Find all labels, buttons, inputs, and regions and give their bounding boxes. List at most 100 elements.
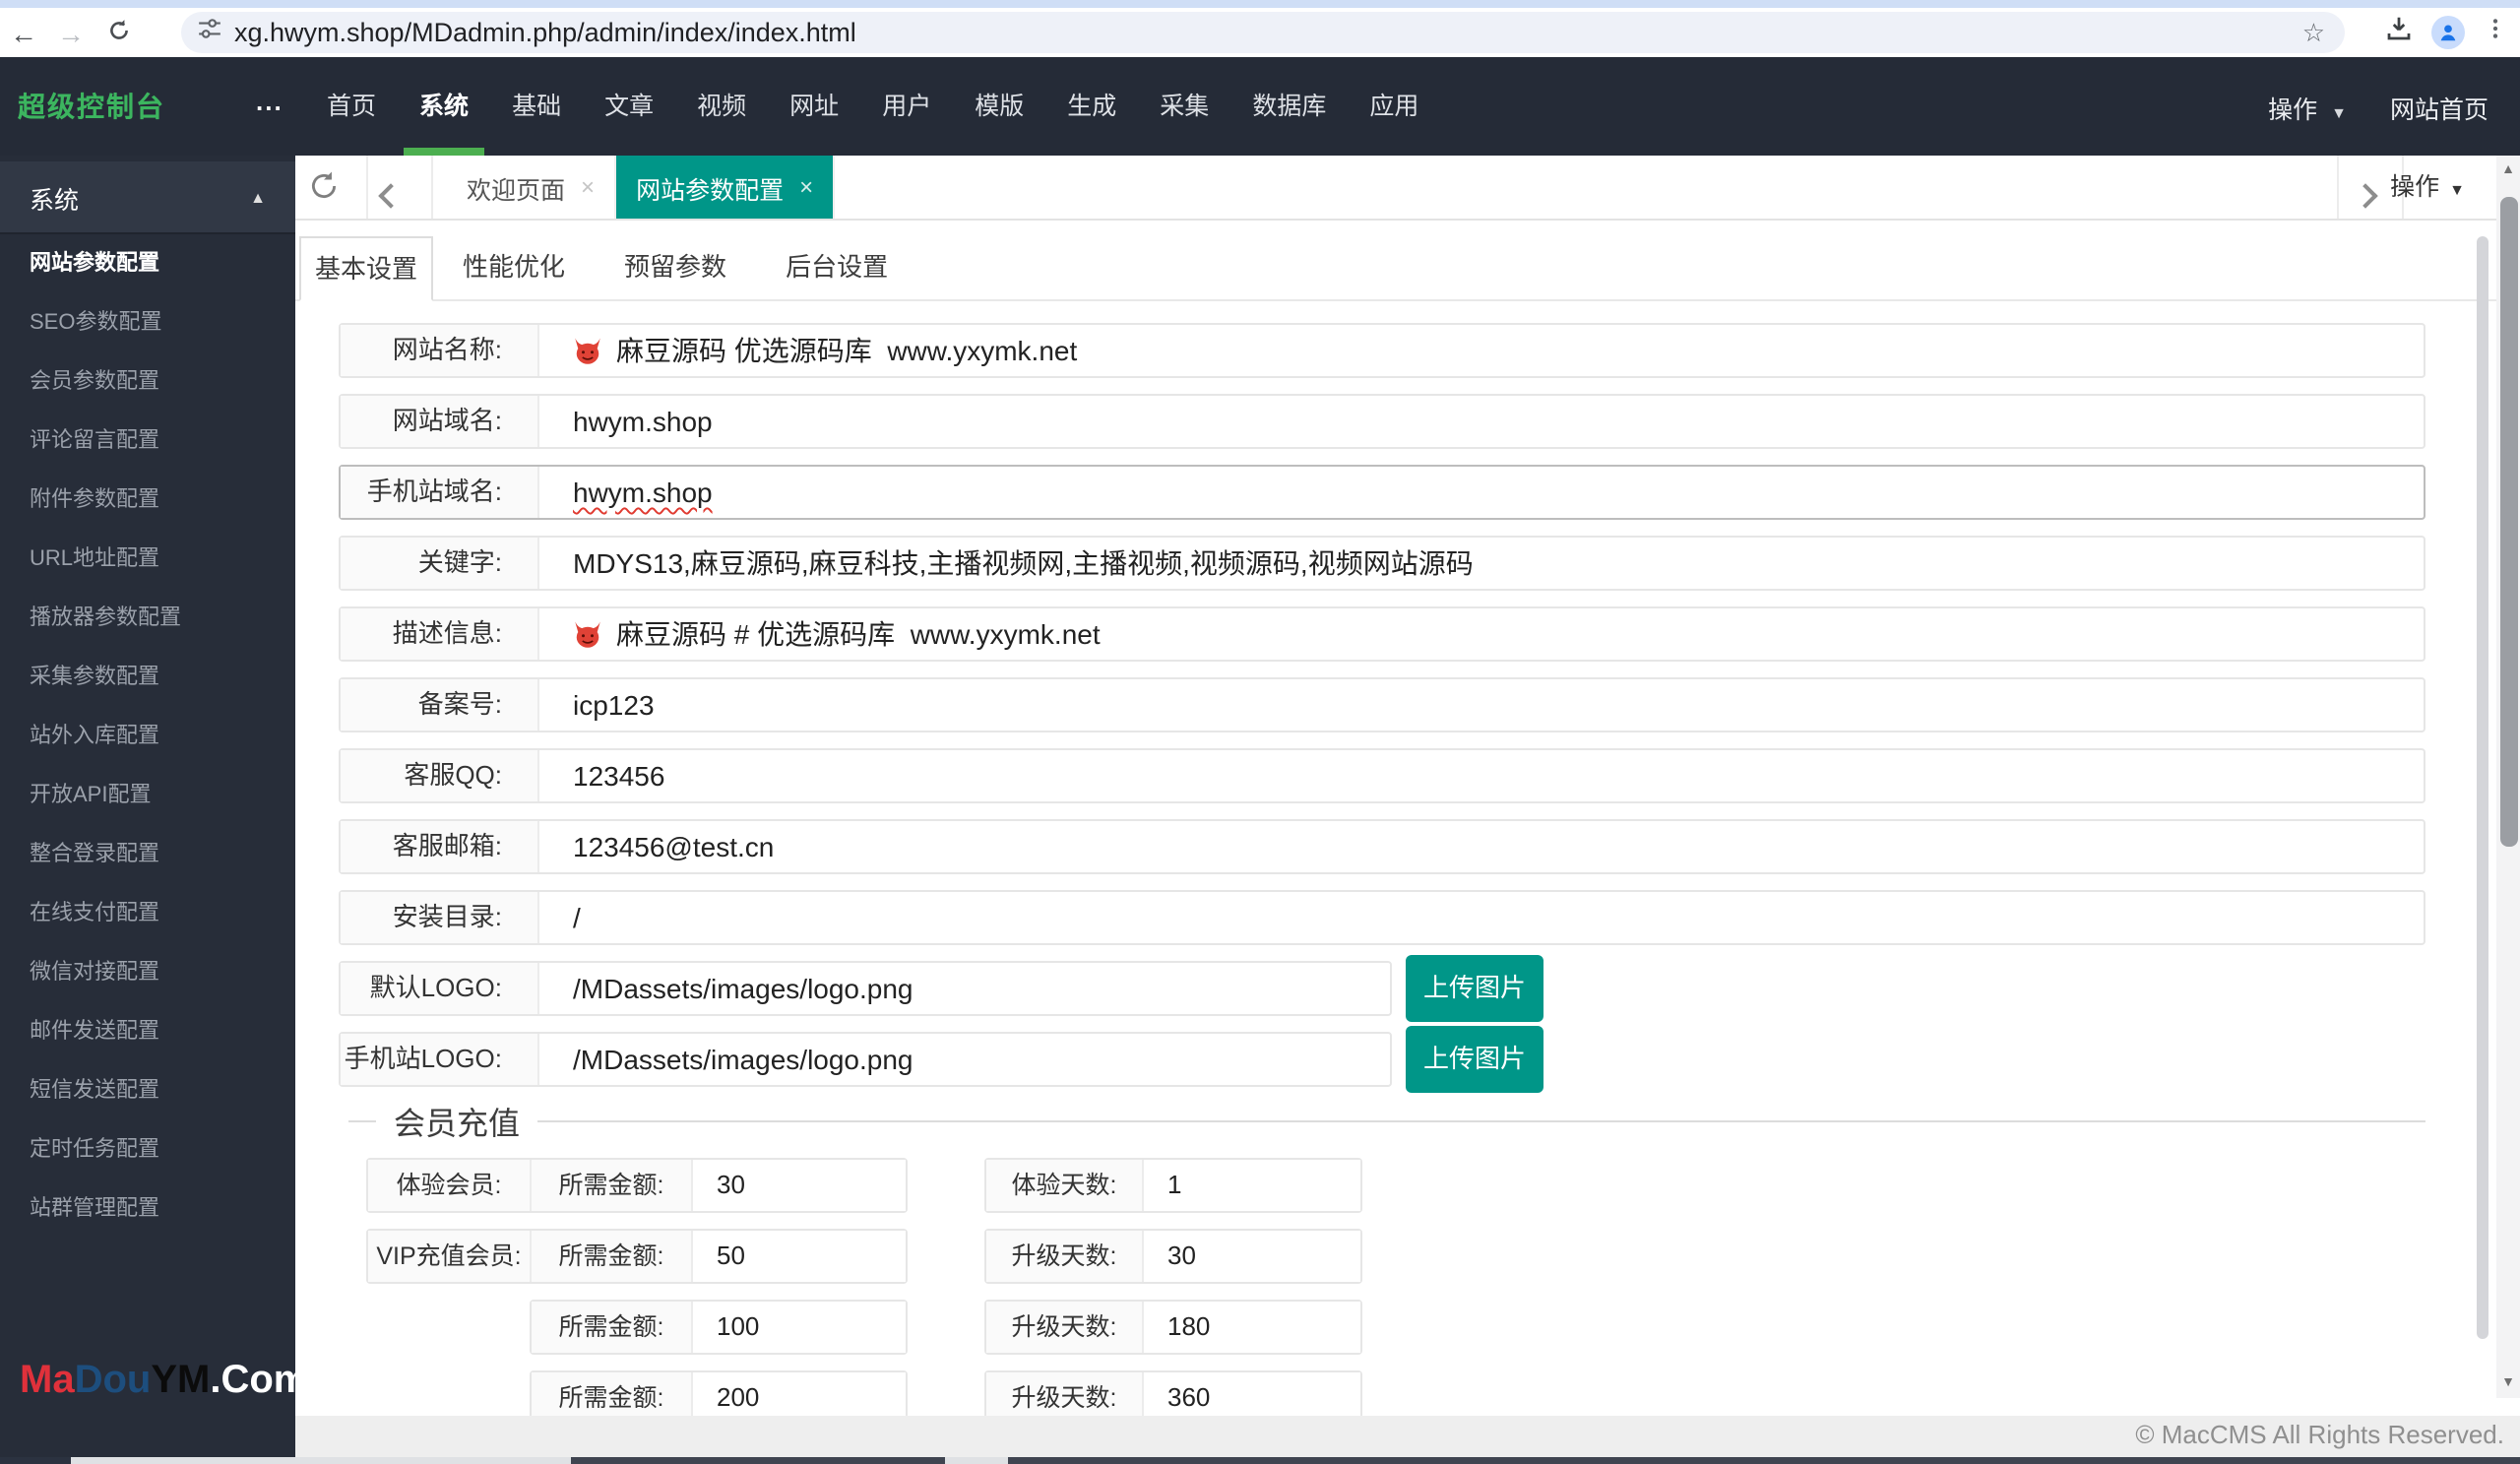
field-input[interactable]: hwym.shop [539, 467, 2424, 518]
nav-item[interactable]: 视频 [675, 57, 768, 156]
site-settings-icon[interactable] [197, 15, 222, 50]
days-input[interactable]: 180 [1144, 1302, 1360, 1353]
nav-item[interactable]: 网址 [768, 57, 860, 156]
days-input[interactable]: 30 [1144, 1231, 1360, 1282]
sidebar-section-label: 系统 [30, 186, 80, 214]
vertical-scrollbar[interactable]: ▲ ▼ [2496, 156, 2520, 1398]
form-row-box: 备案号: icp123 [339, 677, 2426, 732]
nav-item[interactable]: 系统 [398, 57, 490, 156]
nav-item[interactable]: 采集 [1138, 57, 1230, 156]
profile-avatar[interactable] [2431, 16, 2465, 49]
scroll-up-icon[interactable]: ▲ [2496, 163, 2520, 177]
sidebar-item[interactable]: 整合登录配置 [0, 825, 295, 884]
sidebar-item[interactable]: 定时任务配置 [0, 1120, 295, 1179]
nav-ellipsis[interactable]: ... [256, 57, 284, 148]
nav-item[interactable]: 数据库 [1230, 57, 1348, 156]
refresh-tab-icon[interactable] [307, 169, 346, 209]
browser-menu-icon[interactable] [2483, 13, 2508, 52]
amount-input[interactable]: 30 [693, 1160, 906, 1211]
sidebar-item[interactable]: SEO参数配置 [0, 293, 295, 352]
sidebar-item[interactable]: 播放器参数配置 [0, 589, 295, 648]
nav-item[interactable]: 生成 [1045, 57, 1138, 156]
sidebar-item[interactable]: 站群管理配置 [0, 1179, 295, 1239]
tabs-scroll-left-icon[interactable] [378, 179, 404, 215]
nav-item[interactable]: 文章 [583, 57, 675, 156]
header-site-home-link[interactable]: 网站首页 [2390, 88, 2488, 125]
member-rows: 体验会员: 所需金额: 30 体验天数: 1 VIP充值会员: 所需金额: 50 升级天数: 30… [348, 1122, 2426, 1416]
horizontal-scrollbar[interactable] [0, 1456, 2520, 1464]
tabs-scroll-right-icon[interactable] [2353, 179, 2378, 215]
days-label: 升级天数: [986, 1231, 1144, 1282]
subtab-item[interactable]: 后台设置 [770, 236, 904, 299]
member-amount-box: 所需金额: 200 [530, 1370, 908, 1416]
form-row-box: 手机站LOGO: /MDassets/images/logo.png [339, 1032, 1392, 1087]
sidebar-item[interactable]: URL地址配置 [0, 530, 295, 589]
page-tab[interactable]: 欢迎页面 × [447, 156, 617, 219]
field-value-text: 123456 [573, 760, 665, 792]
days-input[interactable]: 360 [1144, 1372, 1360, 1416]
amount-input[interactable]: 50 [693, 1231, 906, 1282]
url-text[interactable]: xg.hwym.shop/MDadmin.php/admin/index/ind… [234, 18, 2302, 47]
hscrollbar-thumb[interactable] [571, 1456, 945, 1464]
page-footer: © MacCMS All Rights Reserved. [295, 1416, 2520, 1456]
tab-action-dropdown[interactable]: 操作 ▼ [2390, 156, 2465, 223]
field-input[interactable]: 123456 [539, 750, 2424, 801]
address-bar[interactable]: xg.hwym.shop/MDadmin.php/admin/index/ind… [181, 12, 2345, 53]
field-input[interactable]: 麻豆源码 # 优选源码库 www.yxymk.net [539, 608, 2424, 660]
form-row-box: 描述信息: 麻豆源码 # 优选源码库 www.yxymk.net [339, 606, 2426, 662]
sidebar-item[interactable]: 开放API配置 [0, 766, 295, 825]
browser-reload-icon[interactable] [94, 17, 142, 48]
close-icon[interactable]: × [799, 173, 813, 201]
field-input[interactable]: icp123 [539, 679, 2424, 731]
nav-item[interactable]: 用户 [860, 57, 953, 156]
sidebar-brand-logo: MaDouYM.Com [20, 1358, 308, 1403]
form-row-box: 默认LOGO: /MDassets/images/logo.png [339, 961, 1392, 1016]
sidebar-item[interactable]: 短信发送配置 [0, 1061, 295, 1120]
field-input[interactable]: /MDassets/images/logo.png [539, 963, 1390, 1014]
subtab-active[interactable]: 基本设置 [299, 236, 433, 301]
amount-input[interactable]: 200 [693, 1372, 906, 1416]
top-nav: 首页 系统 基础 文章 视频 网址 用户 模版 生成 采集 数据库 应用 [305, 57, 1440, 156]
page-tab[interactable]: 网站参数配置 × [616, 156, 836, 219]
nav-item[interactable]: 基础 [490, 57, 583, 156]
upload-image-button[interactable]: 上传图片 [1406, 955, 1544, 1022]
nav-item[interactable]: 模版 [953, 57, 1045, 156]
subtab-item[interactable]: 预留参数 [608, 236, 742, 299]
amount-input[interactable]: 100 [693, 1302, 906, 1353]
sidebar-item[interactable]: 在线支付配置 [0, 884, 295, 943]
field-input[interactable]: 123456@test.cn [539, 821, 2424, 872]
sidebar-item[interactable]: 评论留言配置 [0, 412, 295, 471]
sidebar-section-system[interactable]: 系统 ▲ [0, 161, 295, 234]
subtab-item[interactable]: 性能优化 [447, 236, 581, 299]
days-input[interactable]: 1 [1144, 1160, 1360, 1211]
header-action-dropdown[interactable]: 操作 ▼ [2268, 88, 2347, 125]
browser-back-icon[interactable]: ← [0, 17, 47, 48]
field-value-text: /MDassets/images/logo.png [573, 1044, 914, 1075]
close-icon[interactable]: × [581, 173, 595, 201]
field-input[interactable]: MDYS13,麻豆源码,麻豆科技,主播视频网,主播视频,视频源码,视频网站源码 [539, 538, 2424, 589]
content-scrollbar-thumb[interactable] [2477, 236, 2488, 1339]
bookmark-star-icon[interactable]: ☆ [2302, 17, 2325, 48]
copyright-text: © MacCMS All Rights Reserved. [2135, 1420, 2504, 1449]
nav-item[interactable]: 应用 [1348, 57, 1440, 156]
field-input[interactable]: hwym.shop [539, 396, 2424, 447]
sidebar-item[interactable]: 采集参数配置 [0, 648, 295, 707]
sidebar-item[interactable]: 微信对接配置 [0, 943, 295, 1002]
hscrollbar-thumb[interactable] [1008, 1456, 2520, 1464]
field-input[interactable]: 麻豆源码 优选源码库 www.yxymk.net [539, 325, 2424, 376]
sidebar-item[interactable]: 邮件发送配置 [0, 1002, 295, 1061]
sidebar-item[interactable]: 网站参数配置 [0, 234, 295, 293]
scroll-down-icon[interactable]: ▼ [2496, 1376, 2520, 1390]
sidebar-item[interactable]: 会员参数配置 [0, 352, 295, 412]
app-logo[interactable]: 超级控制台 [18, 57, 165, 156]
nav-item[interactable]: 首页 [305, 57, 398, 156]
sidebar-item[interactable]: 站外入库配置 [0, 707, 295, 766]
upload-image-button[interactable]: 上传图片 [1406, 1026, 1544, 1093]
sidebar-item[interactable]: 附件参数配置 [0, 471, 295, 530]
field-input[interactable]: / [539, 892, 2424, 943]
browser-forward-icon[interactable]: → [47, 17, 94, 48]
field-input[interactable]: /MDassets/images/logo.png [539, 1034, 1390, 1085]
field-label: 客服QQ: [341, 750, 539, 801]
scrollbar-thumb[interactable] [2499, 197, 2517, 847]
download-icon[interactable] [2384, 13, 2414, 52]
